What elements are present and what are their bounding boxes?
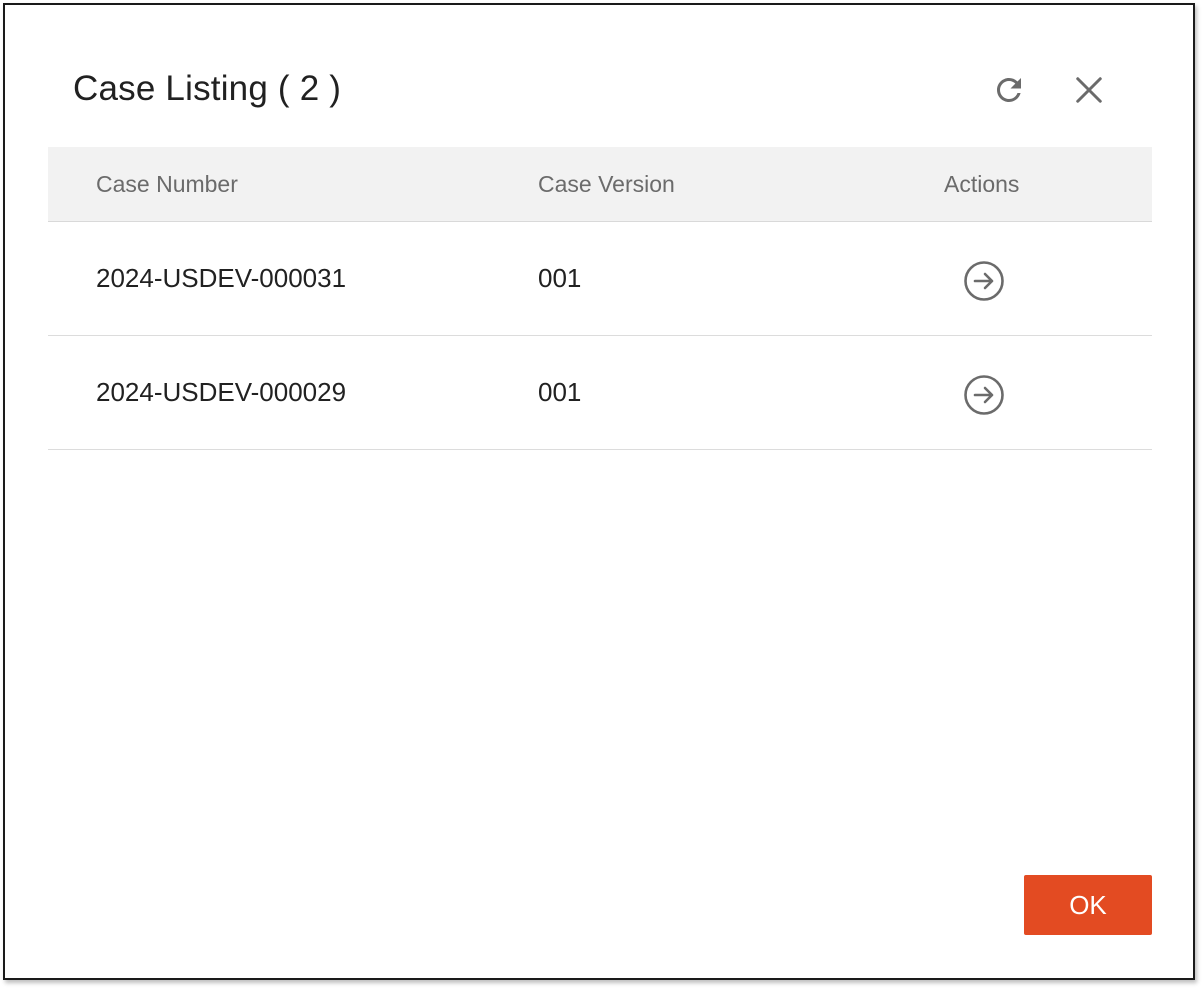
case-table: Case Number Case Version Actions 2024-US… xyxy=(48,147,1152,450)
table-row[interactable]: 2024-USDEV-000029 001 xyxy=(48,336,1152,450)
ok-button[interactable]: OK xyxy=(1024,875,1152,935)
arrow-right-circle-icon xyxy=(964,261,1004,301)
close-button[interactable] xyxy=(1067,68,1111,112)
refresh-button[interactable] xyxy=(987,68,1031,112)
case-number-cell: 2024-USDEV-000031 xyxy=(96,263,347,293)
dialog-title: Case Listing ( 2 ) xyxy=(73,69,342,108)
header-actions: Actions xyxy=(944,171,1020,197)
case-version-cell: 001 xyxy=(538,263,582,293)
header-case-version[interactable]: Case Version xyxy=(538,147,675,221)
table-header: Case Number Case Version Actions xyxy=(48,147,1152,222)
header-case-number[interactable]: Case Number xyxy=(96,147,238,221)
case-version-cell: 001 xyxy=(538,377,582,407)
open-case-button[interactable] xyxy=(962,259,1006,303)
case-listing-dialog: Case Listing ( 2 ) Case Number Case Vers… xyxy=(3,3,1195,980)
open-case-button[interactable] xyxy=(962,373,1006,417)
close-icon xyxy=(1076,77,1102,103)
arrow-right-circle-icon xyxy=(964,375,1004,415)
case-number-cell: 2024-USDEV-000029 xyxy=(96,377,347,407)
refresh-icon xyxy=(997,78,1021,102)
table-row[interactable]: 2024-USDEV-000031 001 xyxy=(48,222,1152,336)
